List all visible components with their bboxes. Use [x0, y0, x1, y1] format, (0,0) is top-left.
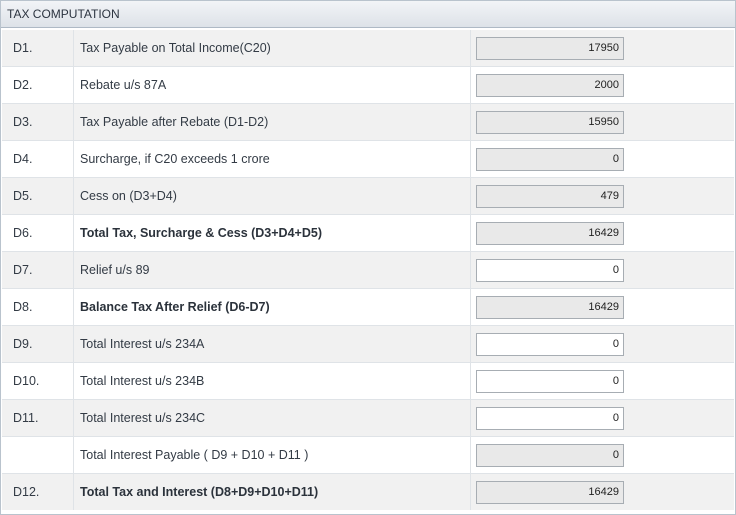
- panel-title: TAX COMPUTATION: [7, 7, 120, 21]
- amount-field: [476, 73, 624, 97]
- table-row: D3. Tax Payable after Rebate (D1-D2): [2, 103, 734, 141]
- row-label: Total Tax and Interest (D8+D9+D10+D11): [73, 473, 471, 510]
- row-code: D1.: [2, 30, 74, 67]
- row-code: D8.: [2, 288, 74, 326]
- row-code: D2.: [2, 66, 74, 104]
- amount-field: [476, 184, 624, 208]
- row-label: Balance Tax After Relief (D6-D7): [73, 288, 471, 326]
- row-value-cell: [470, 473, 734, 510]
- amount-field[interactable]: [476, 258, 624, 282]
- row-code: D3.: [2, 103, 74, 141]
- row-value-cell: [470, 325, 734, 363]
- row-value-cell: [470, 214, 734, 252]
- table-row: D4. Surcharge, if C20 exceeds 1 crore: [2, 140, 734, 178]
- row-label: Total Interest u/s 234C: [73, 399, 471, 437]
- row-label: Tax Payable on Total Income(C20): [73, 30, 471, 67]
- row-label: Tax Payable after Rebate (D1-D2): [73, 103, 471, 141]
- amount-field: [476, 221, 624, 245]
- amount-field: [476, 480, 624, 504]
- row-code: D6.: [2, 214, 74, 252]
- tax-computation-table: D1.Tax Payable on Total Income(C20)D2.Re…: [2, 30, 734, 510]
- row-label: Relief u/s 89: [73, 251, 471, 289]
- table-row: D12. Total Tax and Interest (D8+D9+D10+D1…: [2, 473, 734, 510]
- table-body: D1.Tax Payable on Total Income(C20)D2.Re…: [2, 30, 734, 510]
- row-code: D4.: [2, 140, 74, 178]
- row-value-cell: [470, 177, 734, 215]
- row-label: Total Interest Payable ( D9 + D10 + D11 …: [73, 436, 471, 474]
- table-row: D2. Rebate u/s 87A: [2, 66, 734, 104]
- amount-field[interactable]: [476, 332, 624, 356]
- row-code: [2, 436, 74, 474]
- row-value-cell: [470, 436, 734, 474]
- amount-field: [476, 295, 624, 319]
- table-row: D6. Total Tax, Surcharge & Cess (D3+D4+D5…: [2, 214, 734, 252]
- amount-field: [476, 443, 624, 467]
- amount-field[interactable]: [476, 406, 624, 430]
- row-value-cell: [470, 288, 734, 326]
- row-value-cell: [470, 251, 734, 289]
- row-value-cell: [470, 362, 734, 400]
- row-label: Surcharge, if C20 exceeds 1 crore: [73, 140, 471, 178]
- table-row: D7. Relief u/s 89: [2, 251, 734, 289]
- row-value-cell: [470, 30, 734, 67]
- panel-header: TAX COMPUTATION: [1, 1, 735, 28]
- table-row: D9. Total Interest u/s 234A: [2, 325, 734, 363]
- row-label: Rebate u/s 87A: [73, 66, 471, 104]
- row-value-cell: [470, 103, 734, 141]
- row-code: D7.: [2, 251, 74, 289]
- table-row: D10. Total Interest u/s 234B: [2, 362, 734, 400]
- row-value-cell: [470, 140, 734, 178]
- row-value-cell: [470, 399, 734, 437]
- row-label: Total Tax, Surcharge & Cess (D3+D4+D5): [73, 214, 471, 252]
- table-row: D5. Cess on (D3+D4): [2, 177, 734, 215]
- row-code: D10.: [2, 362, 74, 400]
- row-code: D9.: [2, 325, 74, 363]
- amount-field: [476, 147, 624, 171]
- tax-computation-panel: TAX COMPUTATION D1. Tax Payable on Total …: [0, 0, 736, 515]
- row-label: Total Interest u/s 234B: [73, 362, 471, 400]
- amount-field: [476, 36, 624, 60]
- row-label: Cess on (D3+D4): [73, 177, 471, 215]
- table-row: Total Interest Payable ( D9 + D10 + D11 …: [2, 436, 734, 474]
- row-label: Total Interest u/s 234A: [73, 325, 471, 363]
- amount-field: [476, 110, 624, 134]
- amount-field[interactable]: [476, 369, 624, 393]
- row-code: D12.: [2, 473, 74, 510]
- table-row: D1. Tax Payable on Total Income(C20): [2, 30, 734, 67]
- table-row: D11. Total Interest u/s 234C: [2, 399, 734, 437]
- row-code: D5.: [2, 177, 74, 215]
- row-code: D11.: [2, 399, 74, 437]
- table-row: D8. Balance Tax After Relief (D6-D7): [2, 288, 734, 326]
- row-value-cell: [470, 66, 734, 104]
